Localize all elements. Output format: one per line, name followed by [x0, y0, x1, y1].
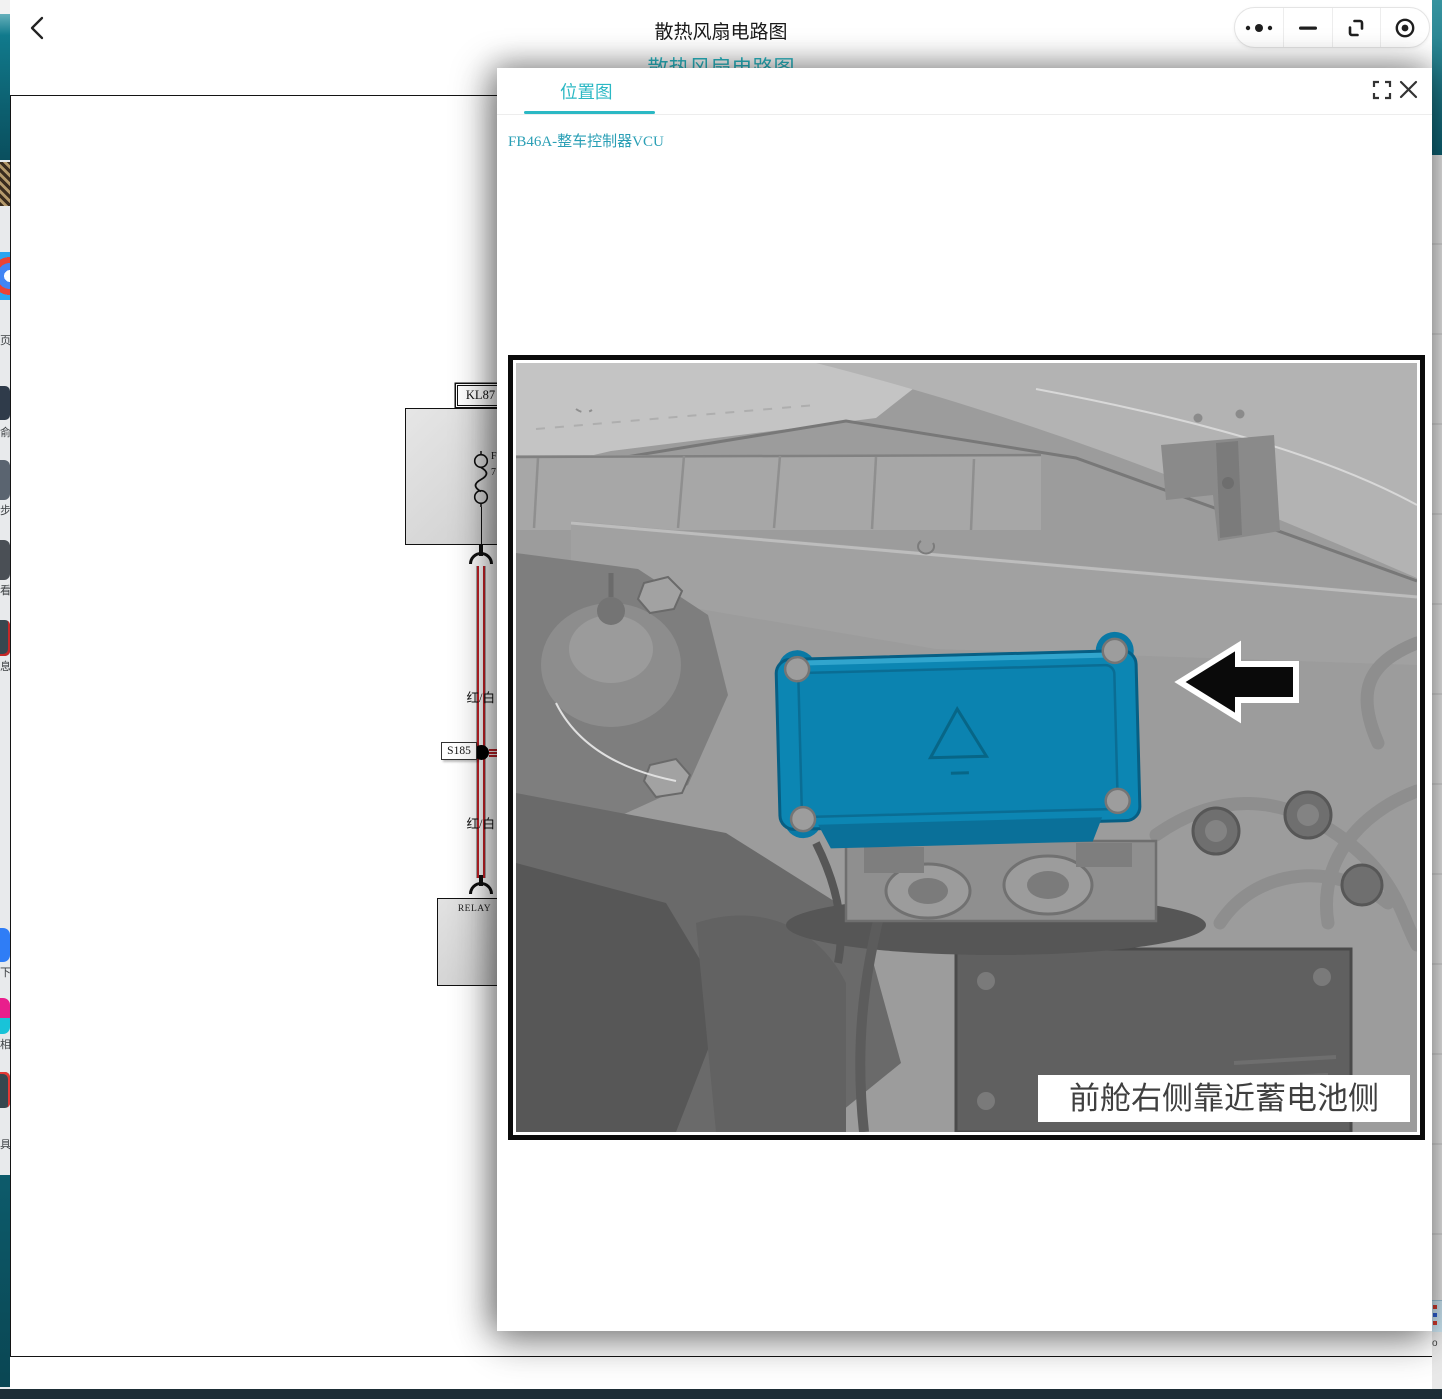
caption-text: 前舱右侧靠近蓄电池侧 [1069, 1081, 1379, 1116]
desktop-icon-label: 看 [0, 582, 10, 598]
miniprogram-capsule [1234, 7, 1430, 48]
desktop-icon-fragment [0, 928, 10, 962]
divider [497, 114, 1432, 115]
desktop-icon-fragment [0, 1072, 10, 1108]
wire-color-label: 红/白 [433, 813, 495, 832]
minimize-icon [1298, 25, 1318, 31]
connector-symbol-icon [468, 875, 494, 896]
tab-location-map[interactable]: 位置图 [560, 79, 613, 104]
desktop-icon-label: 具 [0, 1136, 10, 1152]
app-window: 散热风扇电路图 [10, 0, 1432, 1389]
desktop-icon-fragment [0, 386, 10, 420]
fullscreen-corners-icon [1372, 80, 1392, 100]
desktop-icon-fragment [0, 162, 10, 206]
desktop-icon-fragment [0, 998, 10, 1034]
more-dots-icon [1242, 22, 1276, 34]
more-menu-button[interactable] [1235, 8, 1283, 47]
desktop-icon-fragment [0, 620, 10, 656]
desktop-icon-label: 息 [0, 658, 10, 674]
desktop-right-sliver: o [1432, 0, 1442, 1399]
desktop-left-sliver: 页 俞 步 看 息 下 相 具 [0, 0, 10, 1399]
close-button[interactable] [1398, 79, 1419, 100]
desktop-icon-label: 页 [0, 332, 10, 348]
location-image-frame: 前舱右侧靠近蓄电池侧 [508, 355, 1425, 1140]
component-link-vcu[interactable]: FB46A-整车控制器VCU [508, 130, 664, 151]
desktop-wallpaper-fragment [0, 1175, 10, 1387]
screen: 页 俞 步 看 息 下 相 具 o 散 [0, 0, 1442, 1399]
desktop-icon-fragment [0, 540, 10, 580]
desktop-icon-fragment [0, 460, 10, 500]
restore-window-icon [1345, 17, 1367, 39]
window-list-fragment [1432, 155, 1442, 1305]
desktop-icon-label: 俞 [0, 424, 10, 440]
splice-label-s185: S185 [441, 742, 477, 760]
desktop-icon-label: 下 [0, 964, 10, 980]
fullscreen-button[interactable] [1372, 80, 1392, 100]
taskbar-edge [0, 1389, 1442, 1399]
desktop-wallpaper-fragment [0, 0, 10, 160]
close-x-icon [1398, 79, 1419, 100]
text-fragment: o [1432, 1338, 1442, 1349]
wire-color-label: 红/白 [433, 687, 495, 706]
connector-symbol-icon [468, 545, 494, 566]
minimize-button[interactable] [1283, 8, 1332, 47]
close-record-button[interactable] [1380, 8, 1429, 47]
caption-box: 前舱右侧靠近蓄电池侧 [1038, 1075, 1410, 1122]
engine-bay-location-image: 前舱右侧靠近蓄电池侧 [516, 363, 1417, 1132]
desktop-icon-label: 步 [0, 502, 10, 518]
location-modal: 位置图 FB46A-整车控制器VCU [497, 68, 1432, 1331]
taskbar-icon-fragment [1432, 1300, 1442, 1332]
page-title: 散热风扇电路图 [10, 17, 1432, 44]
restore-window-button[interactable] [1332, 8, 1381, 47]
desktop-icon-fragment [0, 252, 10, 300]
close-record-icon [1394, 17, 1416, 39]
wire-segment [481, 507, 483, 545]
titlebar: 散热风扇电路图 [10, 0, 1432, 56]
desktop-wallpaper-fragment [1432, 0, 1442, 155]
diagram-heading-clipped: 散热风扇电路图 [10, 56, 1432, 68]
desktop-icon-label: 相 [0, 1036, 10, 1052]
vcu-module-highlight [775, 631, 1140, 849]
